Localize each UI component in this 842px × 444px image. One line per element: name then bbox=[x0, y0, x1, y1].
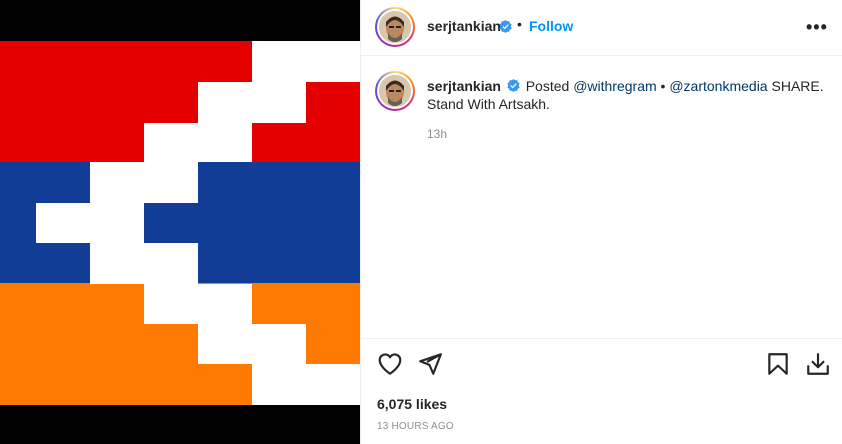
caption-avatar[interactable] bbox=[375, 71, 415, 111]
avatar-photo bbox=[379, 75, 411, 107]
verified-badge-icon bbox=[499, 20, 512, 33]
mention-link[interactable]: @zartonkmedia bbox=[669, 78, 767, 94]
post-details-panel: serjtankian • Follow ••• serjtankian Pos… bbox=[360, 0, 842, 444]
caption-text-before: Posted bbox=[525, 78, 574, 94]
avatar[interactable] bbox=[375, 7, 415, 47]
artsakh-flag-image bbox=[0, 41, 360, 405]
header-username[interactable]: serjtankian bbox=[427, 18, 501, 34]
verified-badge-icon bbox=[507, 79, 520, 92]
avatar-photo bbox=[379, 11, 411, 43]
caption-timestamp[interactable]: 13h bbox=[427, 127, 447, 141]
download-icon[interactable] bbox=[805, 351, 831, 377]
caption-username[interactable]: serjtankian bbox=[427, 78, 501, 94]
action-bar: 6,075 likes 13 HOURS AGO bbox=[361, 338, 842, 444]
follow-button[interactable]: Follow bbox=[529, 18, 573, 34]
post-header: serjtankian • Follow ••• bbox=[361, 0, 842, 56]
caption-text-middle: • bbox=[656, 78, 670, 94]
post-caption: serjtankian Posted @withregram • @zarton… bbox=[427, 77, 827, 113]
bookmark-icon[interactable] bbox=[765, 351, 791, 377]
mention-link[interactable]: @withregram bbox=[573, 78, 656, 94]
likes-count[interactable]: 6,075 likes bbox=[377, 396, 447, 412]
heart-icon[interactable] bbox=[377, 351, 403, 377]
header-separator: • bbox=[517, 16, 522, 32]
more-options-icon[interactable]: ••• bbox=[806, 17, 828, 38]
share-icon[interactable] bbox=[417, 351, 443, 377]
post-image[interactable] bbox=[0, 0, 360, 444]
post-date[interactable]: 13 HOURS AGO bbox=[377, 421, 454, 432]
